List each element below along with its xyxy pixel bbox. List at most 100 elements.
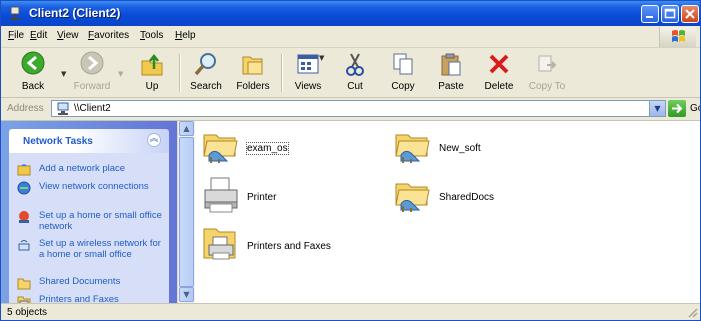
task-label: View network connections — [39, 181, 149, 192]
toolbar-separator — [281, 54, 283, 92]
item-printers-and-faxes[interactable]: Printers and Faxes — [201, 223, 361, 267]
shared-folder-icon — [203, 134, 238, 163]
task-pane: Network Tasks ︽ Add a network place View… — [1, 121, 177, 303]
file-view: exam_os New_soft Printer SharedDocs Prin… — [195, 121, 700, 303]
back-dropdown-icon[interactable]: ▼ — [61, 70, 66, 78]
scissors-icon — [346, 53, 364, 76]
item-label: SharedDocs — [439, 192, 495, 203]
forward-arrow-icon — [80, 51, 104, 75]
task-setup-home-network[interactable]: Set up a home or small office network — [17, 210, 165, 234]
task-label: Set up a home or small office network — [39, 210, 162, 232]
paste-icon — [441, 53, 461, 76]
delete-label: Delete — [484, 81, 514, 92]
menu-file[interactable]: File — [8, 30, 24, 41]
paste-label: Paste — [438, 81, 464, 92]
go-button[interactable] — [668, 100, 686, 117]
windows-flag-icon — [672, 30, 685, 42]
task-label: Add a network place — [39, 163, 126, 174]
task-label: Printers and Faxes — [39, 294, 119, 303]
menu-edit[interactable]: Edit — [30, 30, 47, 41]
go-label[interactable]: Go — [690, 103, 700, 114]
folders-label: Folders — [236, 81, 270, 92]
copy-to-icon — [538, 55, 557, 72]
windows-logo — [659, 27, 696, 47]
minimize-button[interactable] — [641, 5, 659, 23]
network-computer-icon — [57, 102, 69, 115]
search-icon — [194, 53, 216, 76]
item-exam-os[interactable]: exam_os — [201, 125, 321, 169]
cut-label: Cut — [347, 81, 363, 92]
address-label: Address — [7, 103, 44, 114]
item-shareddocs[interactable]: SharedDocs — [393, 174, 513, 218]
address-dropdown-icon[interactable]: ▼ — [649, 101, 665, 116]
network-connections-icon — [17, 181, 31, 195]
task-add-network-place[interactable]: Add a network place — [17, 163, 165, 177]
item-label: New_soft — [439, 143, 481, 154]
up-label: Up — [145, 81, 159, 92]
explorer-window: Client2 (Client2) File Edit View Favorit… — [0, 0, 701, 321]
toolbar-separator — [179, 54, 181, 92]
wireless-network-icon — [18, 240, 30, 251]
item-label: Printer — [247, 192, 277, 203]
task-shared-documents[interactable]: Shared Documents — [17, 276, 165, 290]
menu-tools[interactable]: Tools — [140, 30, 163, 41]
address-bar: Address \\Client2 ▼ Go — [1, 98, 700, 121]
task-view-network-connections[interactable]: View network connections — [17, 181, 165, 205]
task-label: Set up a wireless network for a home or … — [39, 238, 161, 260]
task-pane-scrollbar[interactable]: ▲ ▼ — [177, 121, 195, 303]
folder-icon — [17, 278, 31, 290]
network-tasks-header[interactable]: Network Tasks ︽ — [9, 129, 169, 153]
views-dropdown-icon[interactable]: ▼ — [319, 54, 324, 62]
printer-icon — [204, 177, 238, 213]
title-bar[interactable]: Client2 (Client2) — [1, 1, 700, 26]
printer-icon — [17, 296, 31, 303]
menu-help[interactable]: Help — [175, 30, 196, 41]
back-label: Back — [21, 81, 45, 92]
item-printer[interactable]: Printer — [201, 174, 321, 218]
shared-folder-icon — [395, 183, 430, 212]
scroll-thumb[interactable] — [179, 137, 194, 287]
status-text: 5 objects — [7, 307, 48, 318]
shared-folder-icon — [395, 134, 430, 163]
network-tasks-list: Add a network place View network connect… — [9, 153, 169, 303]
maximize-icon — [664, 8, 676, 19]
item-label: exam_os — [246, 142, 289, 155]
copy-icon — [393, 53, 413, 75]
item-new-soft[interactable]: New_soft — [393, 125, 513, 169]
close-icon — [685, 9, 695, 19]
close-button[interactable] — [681, 5, 699, 23]
item-label: Printers and Faxes — [247, 241, 331, 252]
printers-folder-icon — [203, 228, 236, 260]
network-drive-icon — [10, 6, 20, 20]
resize-grip-icon[interactable] — [686, 306, 698, 318]
back-arrow-icon — [21, 51, 45, 75]
home-network-icon — [19, 211, 29, 223]
task-setup-wireless-network[interactable]: Set up a wireless network for a home or … — [17, 238, 165, 272]
forward-dropdown-icon[interactable]: ▼ — [118, 70, 123, 78]
views-icon — [297, 54, 319, 74]
search-label: Search — [190, 81, 222, 92]
delete-x-icon — [489, 54, 509, 74]
scroll-up-icon[interactable]: ▲ — [179, 121, 194, 136]
toolbar: Back ▼ Forward ▼ Up Search Folders Views… — [1, 48, 700, 98]
task-printers-and-faxes[interactable]: Printers and Faxes — [17, 294, 165, 303]
task-label: Shared Documents — [39, 276, 121, 287]
network-tasks-panel: Network Tasks ︽ Add a network place View… — [9, 129, 169, 303]
status-bar: 5 objects — [1, 303, 700, 320]
window-title: Client2 (Client2) — [29, 6, 121, 20]
copy-to-label: Copy To — [528, 81, 566, 92]
minimize-icon — [646, 16, 653, 18]
go-arrow-icon — [672, 103, 683, 114]
menu-favorites[interactable]: Favorites — [88, 30, 129, 41]
menu-view[interactable]: View — [57, 30, 79, 41]
menu-bar: File Edit View Favorites Tools Help — [1, 26, 700, 48]
folder-up-icon — [141, 53, 163, 76]
scroll-down-icon[interactable]: ▼ — [179, 287, 194, 302]
maximize-button[interactable] — [661, 5, 679, 23]
forward-label: Forward — [73, 81, 111, 92]
copy-label: Copy — [391, 81, 415, 92]
network-tasks-title: Network Tasks — [23, 136, 93, 147]
address-field[interactable]: \\Client2 ▼ — [51, 100, 666, 117]
collapse-chevron-icon[interactable]: ︽ — [147, 133, 161, 147]
views-label: Views — [294, 81, 322, 92]
